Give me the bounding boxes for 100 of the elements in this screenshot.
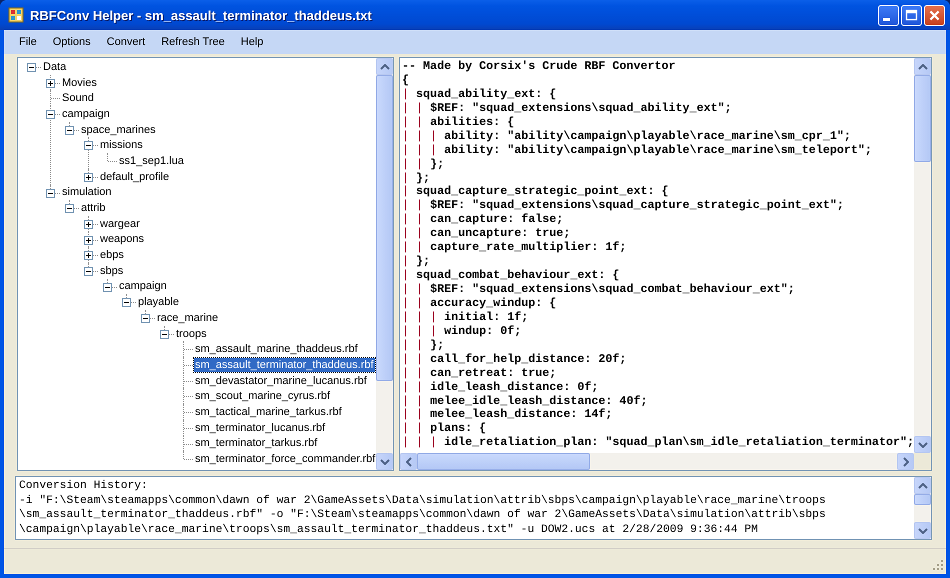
menu-item[interactable]: Refresh Tree (153, 36, 233, 48)
scrollbar-corner (914, 453, 931, 470)
log-line: Conversion History: (19, 479, 149, 494)
scroll-right-button[interactable] (897, 453, 914, 470)
code-line: | squad_ability_ext: { (402, 88, 558, 102)
log-line: \sm_assault_terminator_thaddeus.rbf" -o "F:\Steam\steamapps\common\dawn of war 2\GameAssets\Data\simulation\attrib\sbps (19, 508, 827, 522)
code-line: | | $REF: "squad_extensions\squad_combat_behaviour_ext"; (402, 283, 796, 297)
code-line: | squad_capture_strategic_point_ext: { (402, 185, 670, 199)
expand-icon[interactable] (46, 78, 55, 88)
window-icon (8, 7, 24, 23)
tree-item[interactable]: campaign (118, 279, 168, 294)
scroll-thumb[interactable] (914, 494, 931, 506)
code-line: | }; (402, 255, 432, 270)
scroll-down-button[interactable] (914, 436, 931, 453)
expand-icon[interactable] (84, 220, 93, 229)
tree-item[interactable]: troops (175, 326, 208, 341)
tree-item[interactable]: missions (99, 138, 144, 152)
collapse-icon[interactable] (160, 330, 169, 339)
code-line: | | | idle_retaliation_plan: "squad_plan\sm_idle_retaliation_terminator"; (402, 436, 914, 450)
code-line: | | }; (402, 158, 446, 172)
menu-item[interactable]: Help (232, 36, 272, 48)
close-button[interactable] (924, 4, 945, 26)
scroll-thumb[interactable] (417, 453, 590, 470)
tree-item[interactable]: sm_scout_marine_cyrus.rbf (194, 389, 332, 404)
collapse-icon[interactable] (46, 188, 55, 198)
menu-item[interactable]: Options (44, 36, 99, 48)
code-line: | | melee_leash_distance: 14f; (402, 408, 614, 422)
expand-icon[interactable] (84, 172, 93, 182)
vertical-scrollbar[interactable] (914, 58, 931, 453)
resize-grip-icon[interactable] (932, 559, 944, 571)
collapse-icon[interactable] (84, 266, 93, 276)
code-line: | | $REF: "squad_extensions\squad_capture_strategic_point_ext"; (402, 199, 845, 213)
collapse-icon[interactable] (84, 141, 93, 150)
scroll-thumb[interactable] (376, 75, 393, 382)
expand-icon[interactable] (84, 236, 93, 245)
tree-item[interactable]: attrib (80, 201, 106, 216)
tree-item[interactable]: simulation (61, 185, 113, 200)
tree-item[interactable]: sm_terminator_force_commander.rbf (194, 452, 376, 466)
tree-item[interactable]: sm_devastator_marine_lucanus.rbf (194, 374, 368, 388)
code-line: | | }; (402, 338, 446, 353)
collapse-icon[interactable] (103, 282, 112, 292)
tree-item[interactable]: wargear (99, 216, 141, 231)
tree-item[interactable]: Movies (61, 76, 98, 90)
code-line: | | accuracy_windup: { (402, 296, 558, 311)
collapse-icon[interactable] (46, 110, 55, 120)
tree-item[interactable]: weapons (99, 232, 146, 246)
code-line: | squad_combat_behaviour_ext: { (402, 269, 620, 283)
tree-item[interactable]: sm_terminator_tarkus.rbf (194, 436, 318, 450)
code-line: { (402, 74, 410, 88)
code-line: | | plans: { (402, 422, 488, 436)
code-line: | | $REF: "squad_extensions\squad_ability_ext"; (402, 102, 733, 116)
code-line: | }; (402, 172, 432, 186)
menu-item[interactable]: Convert (98, 36, 154, 48)
code-line: | | melee_idle_leash_distance: 40f; (402, 394, 648, 408)
tree-item[interactable]: campaign (61, 106, 111, 121)
code-line: | | | ability: "ability\campaign\playable\race_marine\sm_teleport"; (402, 144, 873, 158)
horizontal-scrollbar[interactable] (400, 453, 931, 470)
tree-item[interactable]: sm_tactical_marine_tarkus.rbf (194, 404, 343, 419)
code-line: | | | initial: 1f; (402, 310, 530, 325)
tree-item[interactable]: ss1_sep1.lua (118, 154, 185, 168)
collapse-icon[interactable] (122, 298, 131, 308)
tree-item[interactable]: sm_terminator_lucanus.rbf (194, 420, 326, 435)
tree-item[interactable]: Data (42, 60, 68, 74)
window-title: RBFConv Helper - sm_assault_terminator_thaddeus.txt (30, 8, 373, 22)
collapse-icon[interactable] (141, 314, 150, 323)
tree-item[interactable]: playable (137, 295, 180, 310)
log-line: \campaign\playable\race_marine\troops\sm_assault_terminator_thaddeus.txt" -u DOW2.ucs at 2/28/2009 9:36:44 PM (19, 522, 759, 537)
tree-item[interactable]: sbps (99, 264, 124, 278)
scroll-thumb[interactable] (914, 75, 931, 162)
vertical-scrollbar[interactable] (914, 477, 931, 539)
scroll-left-button[interactable] (400, 453, 417, 470)
tree-item[interactable]: sm_assault_marine_thaddeus.rbf (194, 342, 359, 356)
tree-item[interactable]: sm_assault_terminator_thaddeus.rbf (194, 358, 375, 372)
code-line: | | idle_leash_distance: 0f; (402, 380, 600, 394)
minimize-button[interactable] (878, 4, 899, 26)
text-editor[interactable] (399, 57, 932, 471)
vertical-scrollbar[interactable] (376, 58, 393, 470)
scroll-down-button[interactable] (376, 453, 393, 470)
tree-item[interactable]: race_marine (156, 310, 220, 325)
tree-item[interactable]: Sound (61, 91, 95, 106)
scroll-up-button[interactable] (376, 58, 393, 75)
code-line: | | can_capture: false; (402, 213, 564, 228)
tree-item[interactable]: space_marines (80, 122, 157, 137)
code-line: | | | ability: "ability\campaign\playable\race_marine\sm_cpr_1"; (402, 130, 852, 144)
tree-item[interactable]: default_profile (99, 170, 170, 184)
maximize-button[interactable] (901, 4, 922, 26)
tree-item[interactable]: ebps (99, 248, 125, 262)
expand-icon[interactable] (84, 251, 93, 260)
menu-item[interactable]: File (11, 36, 45, 48)
code-line: | | capture_rate_multiplier: 1f; (402, 241, 628, 256)
scroll-down-button[interactable] (914, 522, 931, 539)
scroll-up-button[interactable] (914, 58, 931, 75)
collapse-icon[interactable] (27, 63, 36, 72)
code-line: -- Made by Corsix's Crude RBF Convertor (402, 60, 677, 74)
log-line: -i "F:\Steam\steamapps\common\dawn of war 2\GameAssets\Data\simulation\attrib\sbps\campaign\playable\race_marine\troops (19, 494, 827, 508)
collapse-icon[interactable] (65, 126, 74, 135)
scroll-up-button[interactable] (914, 477, 931, 494)
code-line: | | | windup: 0f; (402, 324, 522, 339)
code-line: | | can_retreat: true; (402, 366, 558, 381)
collapse-icon[interactable] (65, 204, 74, 214)
